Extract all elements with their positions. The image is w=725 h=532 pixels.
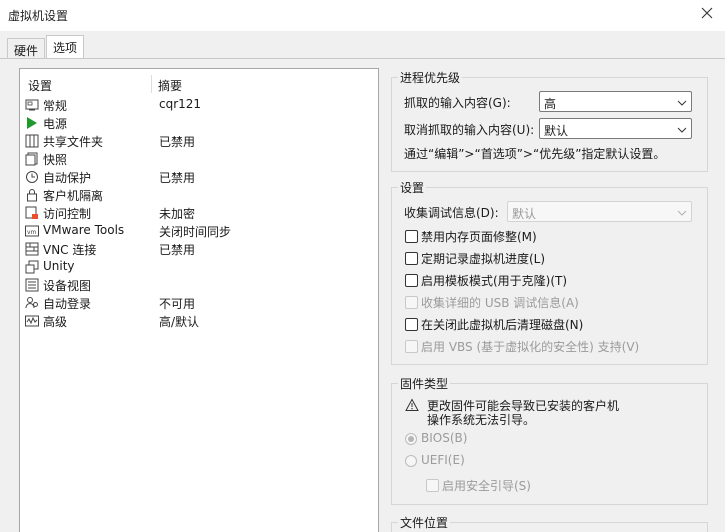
vmware-tools-icon: vm: [25, 224, 39, 238]
firmware-warning-line2: 操作系统无法引导。: [427, 413, 536, 427]
close-icon[interactable]: [697, 3, 717, 23]
ungrabbed-input-label: 取消抓取的输入内容(U):: [404, 123, 535, 137]
list-item-general[interactable]: 常规 cqr121: [24, 96, 374, 114]
column-header-summary[interactable]: 摘要: [158, 77, 182, 94]
list-item-summary: 已禁用: [159, 171, 196, 185]
window-title: 虚拟机设置: [8, 9, 69, 23]
list-item-snapshots[interactable]: 快照: [24, 150, 374, 168]
access-control-icon: [25, 206, 39, 220]
list-item-label: 高级: [43, 315, 68, 329]
advanced-icon: [25, 314, 39, 328]
list-item-label: 设备视图: [43, 279, 92, 293]
debug-info-value: 默认: [512, 207, 537, 221]
list-item-summary: 高/默认: [159, 315, 200, 329]
template-mode-label[interactable]: 启用模板模式(用于克隆)(T): [421, 272, 567, 289]
tab-hardware[interactable]: 硬件: [7, 38, 46, 59]
list-item-label: VNC 连接: [43, 243, 97, 257]
uefi-radio[interactable]: [405, 455, 417, 467]
clean-disk-label[interactable]: 在关闭此虚拟机后清理磁盘(N): [421, 316, 583, 333]
list-item-autologon[interactable]: 自动登录 不可用: [24, 294, 374, 312]
vbs-support-checkbox[interactable]: [405, 340, 418, 353]
chevron-down-icon: [677, 207, 687, 217]
list-item-label: 自动登录: [43, 297, 92, 311]
list-item-device-view[interactable]: 设备视图: [24, 276, 374, 294]
column-header-setting[interactable]: 设置: [28, 77, 52, 94]
debug-info-select[interactable]: 默认: [507, 201, 692, 222]
bios-label[interactable]: BIOS(B): [421, 431, 467, 445]
template-mode-checkbox[interactable]: [405, 274, 418, 287]
ungrabbed-input-value: 默认: [544, 124, 569, 138]
list-item-autoprotect[interactable]: 自动保护 已禁用: [24, 168, 374, 186]
list-item-summary: 已禁用: [159, 135, 196, 149]
device-view-icon: [25, 278, 39, 292]
list-item-unity[interactable]: Unity: [24, 258, 374, 276]
list-item-vmware-tools[interactable]: vm VMware Tools 关闭时间同步: [24, 222, 374, 240]
priority-note: 通过“编辑”>“首选项”>“优先级”指定默认设置。: [404, 147, 666, 161]
list-item-summary: 不可用: [159, 297, 196, 311]
lock-icon: [25, 188, 39, 202]
disable-memory-trimming-label[interactable]: 禁用内存页面修整(M): [421, 228, 537, 245]
list-item-label: 访问控制: [43, 207, 92, 221]
list-item-summary: 已禁用: [159, 243, 196, 257]
autologon-users-icon: [25, 296, 39, 310]
list-item-vnc[interactable]: VNC 连接 已禁用: [24, 240, 374, 258]
file-location-legend: 文件位置: [398, 514, 451, 531]
list-item-label: 共享文件夹: [43, 135, 104, 149]
list-item-summary: 未加密: [159, 207, 196, 221]
column-separator[interactable]: [151, 75, 152, 93]
bios-radio[interactable]: [405, 433, 417, 445]
list-item-label: 自动保护: [43, 171, 92, 185]
list-item-label: VMware Tools: [43, 223, 125, 237]
list-item-summary: cqr121: [159, 97, 202, 111]
title-bar: 虚拟机设置: [0, 0, 725, 31]
unity-icon: [25, 260, 39, 274]
clean-disk-checkbox[interactable]: [405, 318, 418, 331]
tab-panel-border: [0, 58, 725, 59]
log-progress-label[interactable]: 定期记录虚拟机进度(L): [421, 250, 545, 267]
warning-icon: [405, 398, 419, 412]
grabbed-input-select[interactable]: 高: [539, 91, 692, 112]
list-item-advanced[interactable]: 高级 高/默认: [24, 312, 374, 330]
firmware-legend: 固件类型: [398, 375, 451, 392]
disable-memory-trimming-checkbox[interactable]: [405, 230, 418, 243]
chevron-down-icon: [677, 124, 687, 134]
list-item-label: Unity: [43, 259, 75, 273]
secure-boot-label[interactable]: 启用安全引导(S): [442, 477, 531, 494]
snapshot-icon: [25, 152, 39, 166]
secure-boot-checkbox[interactable]: [426, 479, 439, 492]
shared-folders-icon: [25, 134, 39, 148]
list-item-summary: 关闭时间同步: [159, 225, 232, 239]
log-progress-checkbox[interactable]: [405, 252, 418, 265]
usb-debug-checkbox[interactable]: [405, 296, 418, 309]
process-priority-legend: 进程优先级: [398, 69, 463, 86]
list-item-access-control[interactable]: 访问控制 未加密: [24, 204, 374, 222]
grabbed-input-label: 抓取的输入内容(G):: [404, 96, 511, 110]
list-item-label: 电源: [43, 117, 68, 131]
list-item-power[interactable]: 电源: [24, 114, 374, 132]
debug-info-label: 收集调试信息(D):: [404, 206, 499, 220]
general-icon: [25, 98, 39, 112]
svg-text:vm: vm: [27, 229, 37, 236]
usb-debug-label[interactable]: 收集详细的 USB 调试信息(A): [421, 294, 579, 311]
power-play-icon: [25, 116, 39, 130]
tab-options[interactable]: 选项: [46, 35, 85, 59]
ungrabbed-input-select[interactable]: 默认: [539, 118, 692, 139]
grabbed-input-value: 高: [544, 97, 557, 111]
list-item-guest-isolation[interactable]: 客户机隔离: [24, 186, 374, 204]
list-item-label: 快照: [43, 153, 68, 167]
vbs-support-label[interactable]: 启用 VBS (基于虚拟化的安全性) 支持(V): [421, 338, 639, 355]
list-item-shared-folders[interactable]: 共享文件夹 已禁用: [24, 132, 374, 150]
chevron-down-icon: [677, 97, 687, 107]
list-item-label: 常规: [43, 99, 68, 113]
vnc-icon: [25, 242, 39, 256]
options-list[interactable]: 设置 摘要 常规 cqr121 电源 共享文件夹 已禁用 快照 自动保护 已禁用…: [19, 68, 379, 532]
settings-legend: 设置: [398, 179, 427, 196]
autoprotect-clock-icon: [25, 170, 39, 184]
uefi-label[interactable]: UEFI(E): [421, 453, 465, 467]
list-item-label: 客户机隔离: [43, 189, 104, 203]
